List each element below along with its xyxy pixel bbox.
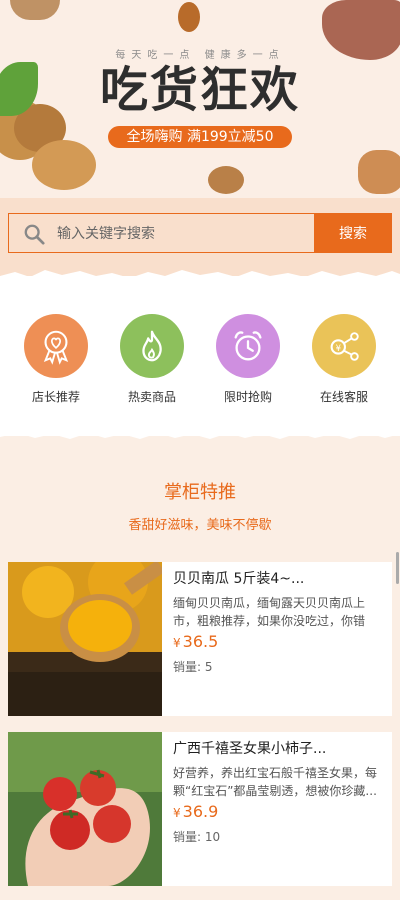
product-sales: 销量: 10 bbox=[173, 830, 221, 844]
category-label: 在线客服 bbox=[319, 390, 368, 404]
category-flash-sale[interactable]: 限时抢购 bbox=[200, 314, 296, 405]
flame-icon bbox=[120, 314, 184, 378]
category-shop-recommend[interactable]: 店长推荐 bbox=[8, 314, 104, 405]
banner-title: 吃货狂欢 bbox=[99, 62, 300, 118]
search-icon bbox=[24, 224, 45, 245]
section-subtitle: 香甜好滋味，美味不停歇 bbox=[128, 518, 272, 533]
category-hot-sale[interactable]: 热卖商品 bbox=[104, 314, 200, 405]
product-image-pumpkin[interactable] bbox=[8, 562, 162, 716]
product-description: 好营养，养出红宝石般千禧圣女果，每颗“红宝石”都晶莹剔透，想被你珍藏... bbox=[173, 766, 378, 798]
alarm-clock-icon bbox=[216, 314, 280, 378]
almond-image bbox=[178, 2, 200, 32]
product-description: 缅甸贝贝南瓜，缅甸露天贝贝南瓜上市，粗粮推荐，如果你没吃过，你错过... bbox=[173, 596, 366, 628]
almonds-image bbox=[358, 150, 400, 194]
promo-banner[interactable]: 每天吃一点 健康多一点 吃货狂欢 全场嗨购 满199立减50 bbox=[0, 0, 400, 198]
svg-text:¥: ¥ bbox=[336, 344, 342, 354]
product-price: ¥36.5 bbox=[173, 632, 218, 651]
product-price: ¥36.9 bbox=[173, 802, 218, 821]
section-title: 掌柜特推 bbox=[164, 482, 236, 503]
category-label: 限时抢购 bbox=[223, 390, 272, 404]
spoon-image bbox=[10, 0, 60, 20]
price-value: 36.5 bbox=[182, 632, 219, 651]
currency-symbol: ¥ bbox=[173, 806, 181, 820]
product-name[interactable]: 贝贝南瓜 5斤装4~... bbox=[173, 568, 385, 588]
torn-edge-bottom bbox=[0, 428, 400, 439]
category-label: 热卖商品 bbox=[127, 390, 176, 404]
product-name[interactable]: 广西千禧圣女果小柿子... bbox=[173, 738, 385, 758]
product-card[interactable]: 贝贝南瓜 5斤装4~... 缅甸贝贝南瓜，缅甸露天贝贝南瓜上市，粗粮推荐，如果你… bbox=[8, 562, 392, 716]
product-image-tomatoes[interactable] bbox=[8, 732, 162, 886]
walnut-small-image bbox=[208, 166, 244, 194]
currency-symbol: ¥ bbox=[173, 636, 181, 650]
product-sales: 销量: 5 bbox=[173, 660, 213, 674]
banner-slogan: 每天吃一点 健康多一点 bbox=[115, 50, 285, 61]
category-label: 店长推荐 bbox=[31, 390, 80, 404]
search-box[interactable] bbox=[8, 213, 314, 254]
banner-promo-badge: 全场嗨购 满199立减50 bbox=[108, 126, 292, 148]
scrollbar[interactable] bbox=[396, 552, 399, 584]
category-grid: 店长推荐 热卖商品 限时抢购 ¥ 在线客服 bbox=[0, 276, 400, 436]
category-online-service[interactable]: ¥ 在线客服 bbox=[296, 314, 392, 405]
walnut-image bbox=[32, 140, 96, 190]
badge-heart-icon bbox=[24, 314, 88, 378]
share-nodes-icon: ¥ bbox=[312, 314, 376, 378]
search-button[interactable]: 搜索 bbox=[314, 213, 392, 253]
search-input[interactable] bbox=[55, 214, 309, 254]
price-value: 36.9 bbox=[182, 802, 219, 821]
product-card[interactable]: 广西千禧圣女果小柿子... 好营养，养出红宝石般千禧圣女果，每颗“红宝石”都晶莹… bbox=[8, 732, 392, 886]
